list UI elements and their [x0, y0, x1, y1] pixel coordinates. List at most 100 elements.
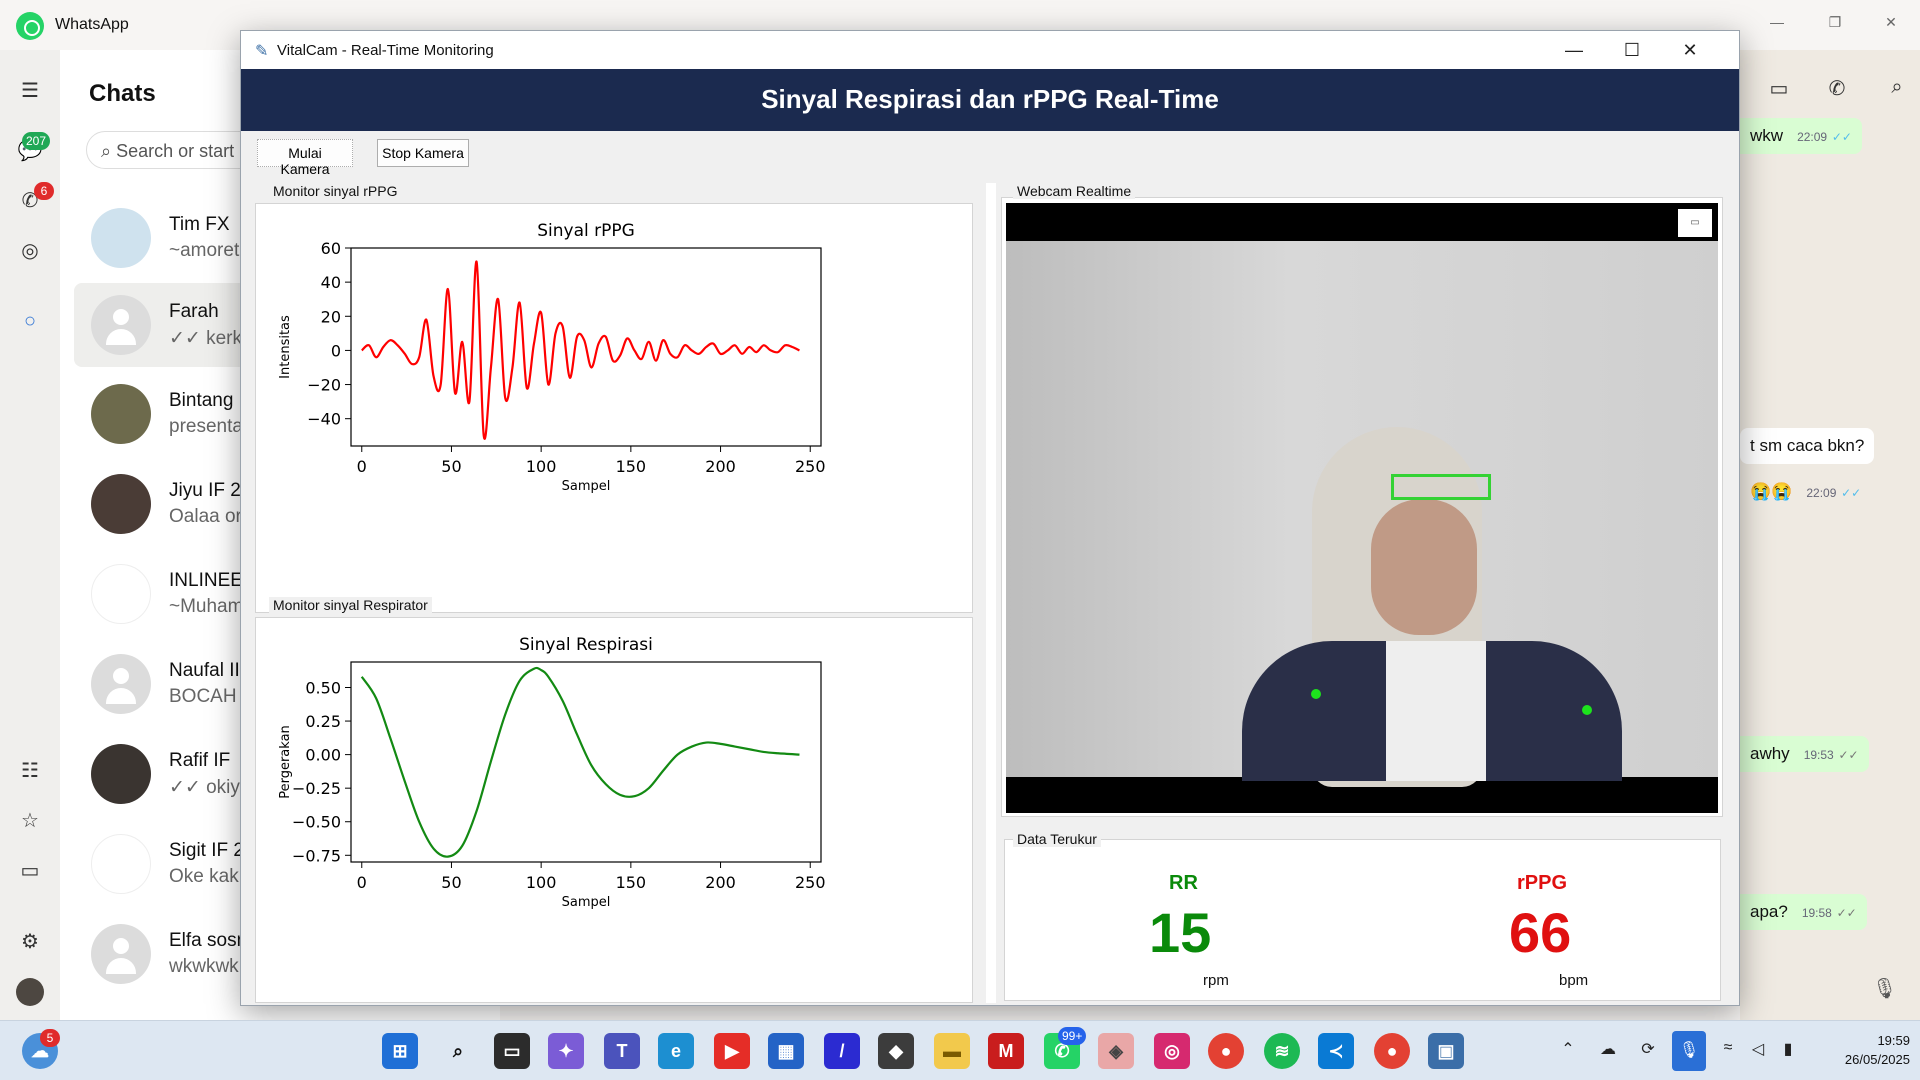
tray-overflow-icon[interactable]: ⌃: [1556, 1039, 1580, 1063]
y-tick-label: −0.50: [292, 813, 341, 832]
conversation-pane: [1740, 50, 1920, 1020]
message-bubble: 😭😭 22:09 ✓✓: [1740, 474, 1871, 510]
minimize-icon[interactable]: —: [1545, 31, 1603, 69]
message-text: apa?: [1750, 902, 1788, 921]
y-tick-label: −20: [307, 376, 341, 395]
python-app-icon[interactable]: ▣: [1428, 1033, 1464, 1069]
conversation-header-actions: ▭ ✆ ⌕: [1740, 70, 1920, 110]
chats-unread-badge: 207: [22, 132, 51, 150]
message-time: 22:09: [1797, 130, 1828, 144]
rr-label: RR: [1169, 872, 1198, 894]
chat-last-message: wkwkwk: [169, 956, 239, 977]
chrome-icon[interactable]: ●: [1208, 1033, 1244, 1069]
stop-camera-button[interactable]: Stop Kamera: [377, 139, 469, 167]
rr-unit: rpm: [1203, 972, 1229, 989]
meta-ai-icon[interactable]: ○: [16, 307, 44, 335]
battery-icon[interactable]: ▮: [1776, 1039, 1800, 1063]
x-axis-label: Sampel: [562, 479, 611, 494]
search-icon[interactable]: ⌕: [440, 1033, 476, 1069]
close-icon[interactable]: ✕: [1876, 10, 1906, 34]
refresh-icon[interactable]: ⟳: [1636, 1039, 1660, 1063]
start-icon[interactable]: ⊞: [382, 1033, 418, 1069]
whatsapp-nav-rail: ☰ 💬 207 ✆ 6 ◎ ○ ☷ ☆ ▭ ⚙: [0, 50, 60, 1020]
file-explorer-icon[interactable]: ▬: [934, 1033, 970, 1069]
vscode-icon[interactable]: ≺: [1318, 1033, 1354, 1069]
store-icon[interactable]: ▦: [768, 1033, 804, 1069]
chat-last-message: ~Muham: [169, 596, 244, 617]
search-messages-icon[interactable]: ⌕: [1882, 76, 1912, 102]
app-header: Sinyal Respirasi dan rPPG Real-Time: [241, 69, 1739, 131]
whatsapp-logo-icon: [16, 12, 44, 40]
rppg-frame-label: Monitor sinyal rPPG: [269, 183, 402, 199]
y-tick-label: 20: [321, 307, 341, 326]
panel-separator[interactable]: [986, 183, 996, 1003]
clock-date[interactable]: 26/05/2025: [1810, 1052, 1910, 1067]
chat-name: Bintang: [169, 390, 234, 411]
clock-time[interactable]: 19:59: [1810, 1033, 1910, 1048]
x-tick-label: 250: [795, 457, 826, 476]
vitalcam-window: ✎ VitalCam - Real-Time Monitoring — ☐ ✕ …: [240, 30, 1740, 1006]
video-call-icon[interactable]: ▭: [1764, 76, 1794, 102]
close-icon[interactable]: ✕: [1661, 31, 1719, 69]
chart-title: Sinyal rPPG: [537, 221, 635, 241]
maximize-icon[interactable]: ☐: [1603, 31, 1661, 69]
avatar: [91, 384, 151, 444]
mcafee-icon[interactable]: M: [988, 1033, 1024, 1069]
webcam-overlay-icon[interactable]: ▭: [1678, 209, 1712, 237]
minimize-icon[interactable]: —: [1762, 10, 1792, 34]
search-placeholder: Search or start: [116, 141, 235, 161]
wifi-icon[interactable]: ≈: [1716, 1039, 1740, 1063]
rr-value: 15: [1149, 901, 1212, 964]
chat-last-message: BOCAH I: [169, 686, 248, 707]
message-bubble: apa? 19:58 ✓✓: [1740, 894, 1867, 930]
chat-last-message: ~amoret: [169, 240, 240, 261]
message-text: wkw: [1750, 126, 1784, 145]
volume-icon[interactable]: ◁: [1746, 1039, 1770, 1063]
chat-last-message: Oalaa or: [169, 506, 242, 527]
microphone-tray-icon[interactable]: 🎙: [1672, 1031, 1706, 1071]
search-icon: ⌕: [101, 141, 117, 161]
voice-call-icon[interactable]: ✆: [1822, 76, 1852, 102]
webcam-feed: ▭: [1006, 203, 1718, 813]
restore-icon[interactable]: ❐: [1820, 10, 1850, 34]
youtube-icon[interactable]: ▶: [714, 1033, 750, 1069]
settings-icon[interactable]: ⚙: [16, 928, 44, 956]
message-bubble: awhy 19:53 ✓✓: [1740, 736, 1869, 772]
rppg-label: rPPG: [1517, 872, 1568, 894]
profile-avatar[interactable]: [16, 978, 44, 1006]
unity-icon[interactable]: ◆: [878, 1033, 914, 1069]
photos-icon[interactable]: ◈: [1098, 1033, 1134, 1069]
cloud-sync-icon[interactable]: ☁: [1596, 1039, 1620, 1063]
x-tick-label: 100: [526, 457, 557, 476]
task-view-icon[interactable]: ▭: [494, 1033, 530, 1069]
microphone-icon[interactable]: 🎙: [1872, 976, 1898, 1002]
plot-area: [350, 661, 822, 863]
respiration-plot-frame: Sinyal Respirasi 0 50 100 150 200 250 0.50 0.25 0…: [255, 617, 973, 1003]
chrome-profile-icon[interactable]: ●: [1374, 1033, 1410, 1069]
status-icon[interactable]: ◎: [16, 237, 44, 265]
y-tick-label: 0.50: [305, 679, 341, 698]
avatar: [91, 474, 151, 534]
webcam-image: [1006, 241, 1718, 787]
y-tick-label: −0.75: [292, 846, 341, 865]
instagram-icon[interactable]: ◎: [1154, 1033, 1190, 1069]
message-text: awhy: [1750, 744, 1790, 763]
message-text: t sm caca bkn?: [1750, 436, 1865, 455]
spotify-icon[interactable]: ≋: [1264, 1033, 1300, 1069]
subject-face: [1371, 499, 1477, 635]
archive-icon[interactable]: ▭: [16, 857, 44, 885]
x-tick-label: 200: [705, 873, 736, 892]
avatar: [91, 744, 151, 804]
copilot-icon[interactable]: ✦: [548, 1033, 584, 1069]
teams-icon[interactable]: T: [604, 1033, 640, 1069]
start-camera-button[interactable]: Mulai Kamera: [257, 139, 353, 177]
menu-icon[interactable]: ☰: [16, 77, 44, 105]
y-tick-label: 0: [331, 341, 341, 360]
edge-icon[interactable]: e: [658, 1033, 694, 1069]
starred-icon[interactable]: ☆: [16, 807, 44, 835]
communities-icon[interactable]: ☷: [16, 757, 44, 785]
editor-app-icon[interactable]: /: [824, 1033, 860, 1069]
chat-name: Elfa sosn: [169, 930, 248, 951]
rppg-chart: Sinyal rPPG0 50 100 150 200 2506040200−20−40S…: [278, 221, 826, 494]
data-frame-label: Data Terukur: [1013, 831, 1101, 847]
